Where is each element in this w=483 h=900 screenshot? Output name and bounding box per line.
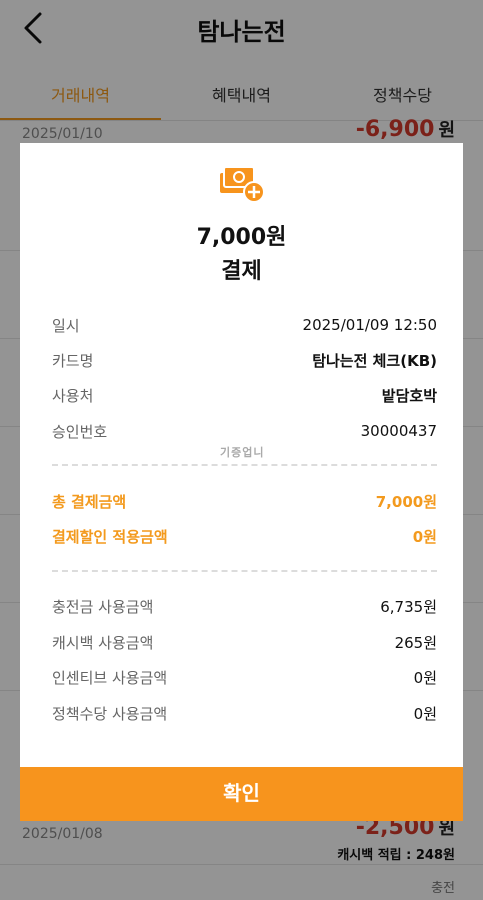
confirm-button[interactable]: 확인	[20, 767, 463, 821]
breakdown-row-policy-allowance: 정책수당 사용금액 0원	[52, 702, 437, 724]
detail-value: 밭담호박	[381, 386, 437, 405]
breakdown-row-charge: 충전금 사용금액 6,735원	[52, 595, 437, 617]
detail-row-card-name: 카드명 탐나는전 체크(KB)	[52, 349, 437, 371]
breakdown-row-cashback: 캐시백 사용금액 265원	[52, 631, 437, 653]
discount-row: 결제할인 적용금액 0원	[52, 525, 437, 547]
payment-amount: 7,000원	[196, 225, 287, 250]
detail-value: 2025/01/09 12:50	[302, 316, 437, 334]
dashed-divider	[52, 570, 437, 572]
breakdown-row-incentive: 인센티브 사용금액 0원	[52, 666, 437, 688]
breakdown-label: 캐시백 사용금액	[52, 633, 154, 652]
breakdown-label: 정책수당 사용금액	[52, 704, 168, 723]
detail-row-datetime: 일시 2025/01/09 12:50	[52, 314, 437, 336]
breakdown-value: 0원	[413, 704, 437, 723]
detail-value: 탐나는전 체크(KB)	[312, 351, 437, 370]
detail-value: 30000437	[360, 422, 437, 440]
breakdown-value: 265원	[394, 633, 437, 652]
detail-label: 사용처	[52, 386, 94, 405]
discount-label: 결제할인 적용금액	[52, 527, 168, 546]
total-payment-row: 총 결제금액 7,000원	[52, 490, 437, 512]
breakdown-value: 6,735원	[380, 597, 437, 616]
detail-label: 승인번호	[52, 422, 108, 441]
transaction-detail-modal: 7,000원 결제 일시 2025/01/09 12:50 카드명 탐나는전 체…	[20, 143, 463, 821]
money-plus-icon	[218, 165, 266, 205]
breakdown-label: 충전금 사용금액	[52, 597, 154, 616]
detail-row-approval-number: 승인번호 30000437	[52, 420, 437, 442]
dashed-divider	[52, 464, 437, 466]
total-value: 7,000원	[375, 492, 437, 511]
breakdown-label: 인센티브 사용금액	[52, 668, 168, 687]
detail-label: 일시	[52, 316, 80, 335]
detail-row-merchant: 사용처 밭담호박	[52, 384, 437, 406]
discount-value: 0원	[412, 527, 437, 546]
payment-type: 결제	[221, 259, 262, 284]
total-label: 총 결제금액	[52, 492, 127, 511]
breakdown-value: 0원	[413, 668, 437, 687]
detail-label: 카드명	[52, 351, 94, 370]
watermark: 기증업니	[220, 446, 265, 459]
